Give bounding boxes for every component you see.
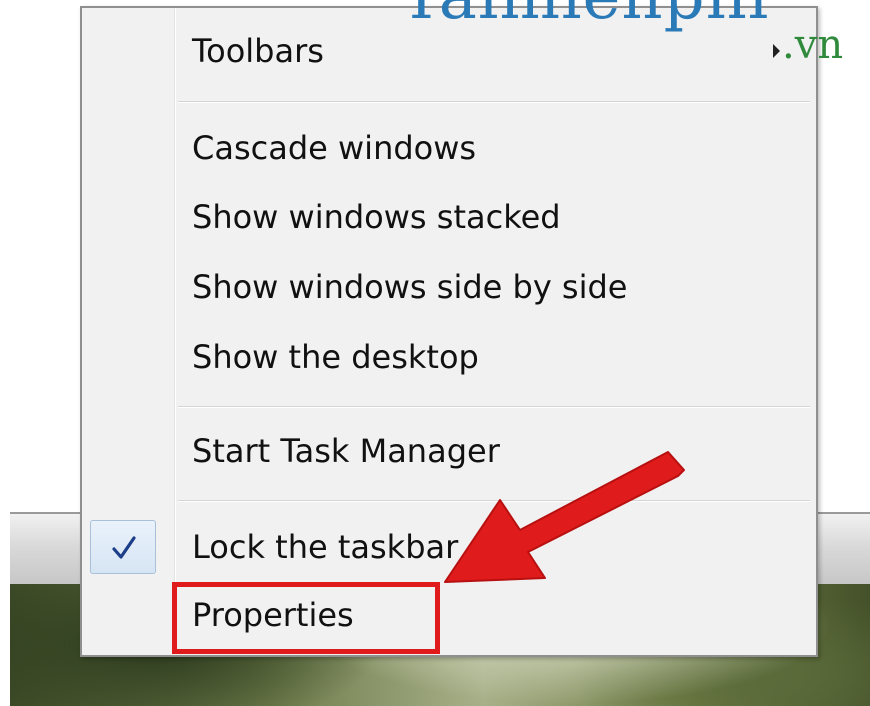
menu-item-start-task-manager[interactable]: Start Task Manager	[82, 420, 816, 482]
checkmark-icon	[112, 536, 136, 559]
checked-indicator	[90, 520, 156, 574]
menu-item-label: Show windows stacked	[192, 198, 561, 236]
menu-item-label: Show the desktop	[192, 338, 479, 376]
menu-item-label: Toolbars	[192, 32, 324, 70]
watermark-text: Taimienphi	[400, 0, 769, 34]
menu-separator	[178, 406, 810, 408]
menu-item-show-windows-stacked[interactable]: Show windows stacked	[82, 186, 816, 248]
taskbar-context-menu: Toolbars Cascade windows Show windows st…	[80, 6, 818, 657]
watermark-suffix: .vn	[782, 22, 844, 68]
menu-item-lock-the-taskbar[interactable]: Lock the taskbar	[82, 516, 816, 578]
menu-item-show-the-desktop[interactable]: Show the desktop	[82, 326, 816, 388]
menu-item-cascade-windows[interactable]: Cascade windows	[82, 117, 816, 179]
properties-highlight-box	[172, 582, 440, 654]
chevron-right-icon	[773, 44, 780, 58]
menu-item-label: Show windows side by side	[192, 268, 628, 306]
menu-item-label: Lock the taskbar	[192, 528, 459, 566]
menu-item-label: Start Task Manager	[192, 432, 500, 470]
screenshot-stage: Toolbars Cascade windows Show windows st…	[0, 0, 870, 706]
menu-item-label: Cascade windows	[192, 129, 477, 167]
menu-item-show-windows-side-by-side[interactable]: Show windows side by side	[82, 256, 816, 318]
menu-separator	[178, 101, 810, 103]
menu-separator	[178, 500, 810, 502]
